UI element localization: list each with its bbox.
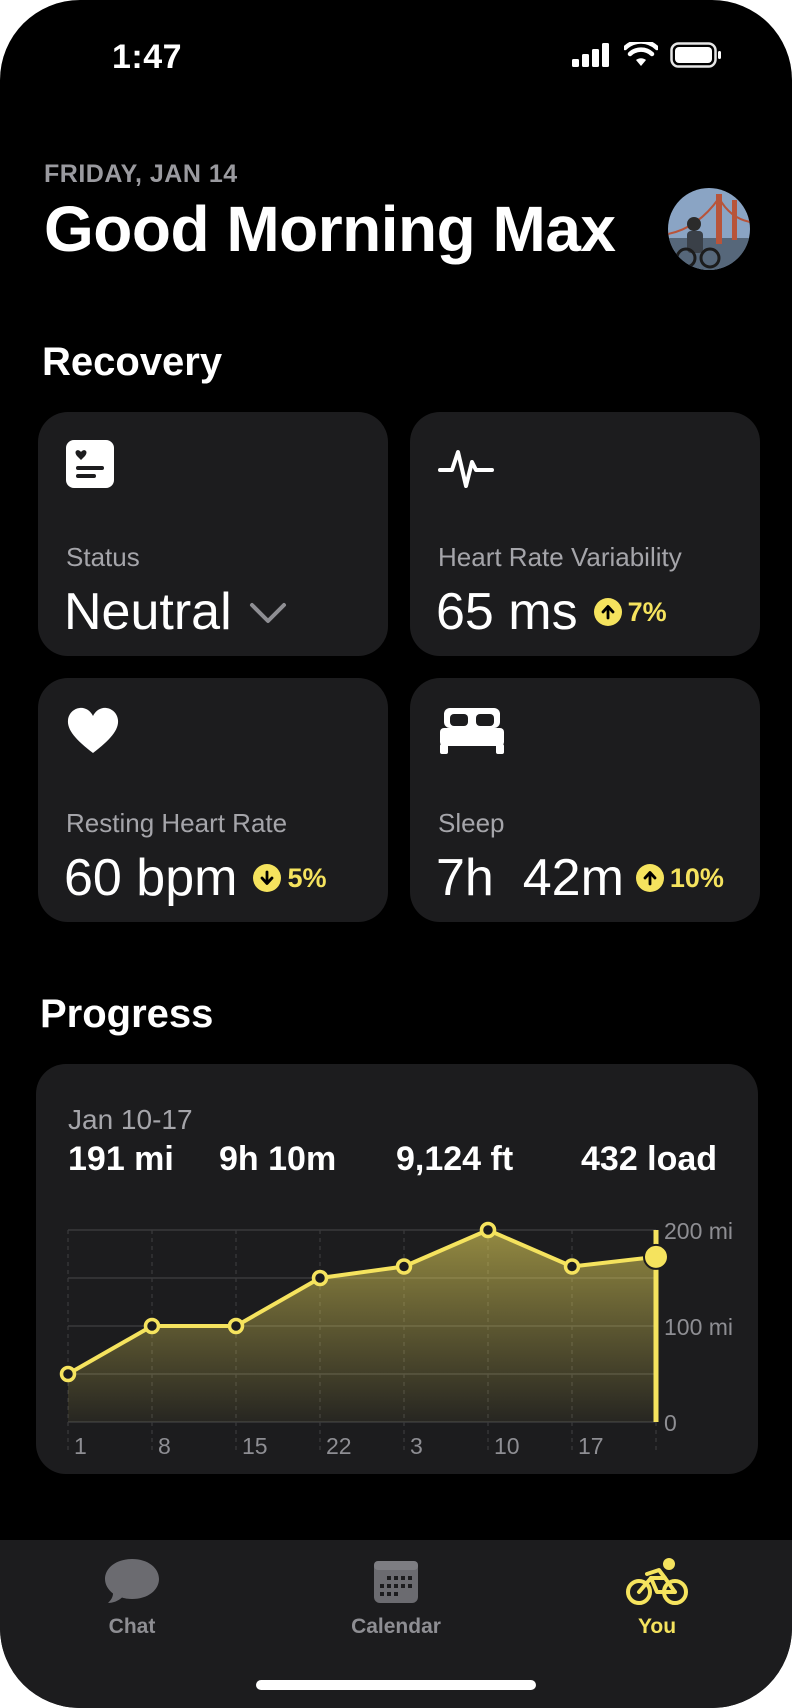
chart-point (479, 1221, 497, 1239)
status-card[interactable]: Status Neutral (38, 412, 388, 656)
status-value: Neutral (64, 582, 290, 642)
chart-point-current (643, 1243, 669, 1270)
heart-card-icon (66, 440, 114, 495)
sleep-value: 7h 42m 10% (436, 848, 724, 908)
chart-y-tick-label: 0 (664, 1410, 677, 1436)
chart-point (227, 1317, 245, 1335)
home-indicator (256, 1680, 536, 1690)
chart-x-tick-label: 8 (158, 1433, 171, 1459)
arrow-up-icon (635, 864, 664, 892)
bed-icon (438, 706, 506, 761)
progress-chart-card[interactable]: Jan 10-17 191 mi 9h 10m 9,124 ft 432 loa… (36, 1064, 758, 1474)
tab-calendar-label: Calendar (351, 1615, 441, 1638)
sleep-card[interactable]: Sleep 7h 42m 10% (410, 678, 760, 922)
chart-y-tick-label: 100 mi (664, 1314, 733, 1340)
tab-calendar[interactable]: Calendar (306, 1556, 486, 1639)
sleep-label: Sleep (438, 808, 505, 838)
resting-hr-value: 60 bpm 5% (64, 848, 326, 908)
chart-point (59, 1365, 77, 1383)
resting-hr-change-badge: 5% (253, 863, 326, 894)
recovery-title: Recovery (42, 340, 223, 384)
progress-chart[interactable]: 200 mi 100 mi 0 1 8 15 22 3 10 17 (36, 1064, 758, 1474)
status-value-text: Neutral (64, 583, 232, 641)
signal-icon (572, 43, 609, 67)
chart-x-tick-label: 10 (494, 1433, 520, 1459)
arrow-down-icon (253, 864, 282, 892)
resting-hr-value-text: 60 bpm (64, 849, 238, 907)
chart-x-tick-label: 1 (74, 1433, 87, 1459)
hrv-value-text: 65 ms (436, 583, 578, 641)
hrv-card[interactable]: Heart Rate Variability 65 ms 7% (410, 412, 760, 656)
status-label: Status (66, 542, 140, 572)
sleep-change: 10% (669, 862, 724, 893)
resting-heart-rate-card[interactable]: Resting Heart Rate 60 bpm 5% (38, 678, 388, 922)
sleep-change-badge: 10% (635, 862, 724, 894)
pulse-icon (438, 440, 494, 501)
hrv-change: 7% (627, 596, 667, 627)
heart-icon (66, 706, 120, 761)
chart-point (395, 1258, 413, 1275)
hrv-change-badge: 7% (593, 596, 667, 628)
chart-x-tick-label: 3 (410, 1433, 423, 1459)
chart-point (143, 1317, 161, 1335)
calendar-icon (374, 1561, 418, 1603)
status-icons (572, 42, 722, 68)
chart-y-tick-label: 200 mi (664, 1218, 733, 1244)
arrow-up-icon (593, 598, 622, 626)
hrv-label: Heart Rate Variability (438, 542, 682, 572)
resting-hr-label: Resting Heart Rate (66, 808, 288, 838)
cyclist-icon (626, 1558, 688, 1605)
tab-chat-label: Chat (108, 1615, 156, 1638)
status-bar: 1:47 (0, 0, 792, 110)
hrv-value: 65 ms 7% (436, 582, 667, 642)
chart-x-tick-label: 22 (326, 1433, 352, 1459)
status-time: 1:47 (112, 38, 183, 76)
progress-title: Progress (40, 992, 214, 1036)
chevron-down-icon[interactable] (246, 597, 290, 627)
chart-x-tick-label: 15 (242, 1433, 268, 1459)
tab-you[interactable]: You (567, 1556, 747, 1639)
header-date: FRIDAY, JAN 14 (44, 160, 238, 188)
chart-x-tick-label: 17 (578, 1433, 604, 1459)
phone-screen: 1:47 FRIDAY, JAN 14 Good Morning Max Rec… (0, 0, 792, 1708)
wifi-icon (624, 42, 658, 66)
avatar[interactable] (668, 188, 750, 270)
chat-bubble-icon (105, 1559, 159, 1603)
page-title: Good Morning Max (44, 193, 616, 265)
chart-point (563, 1258, 581, 1275)
chart-point (311, 1269, 329, 1287)
resting-hr-change: 5% (287, 862, 327, 893)
avatar-photo (668, 188, 750, 270)
tab-chat[interactable]: Chat (42, 1556, 222, 1639)
battery-icon (670, 42, 721, 68)
sleep-value-text: 7h 42m (436, 849, 624, 907)
tab-you-label: You (637, 1615, 677, 1638)
